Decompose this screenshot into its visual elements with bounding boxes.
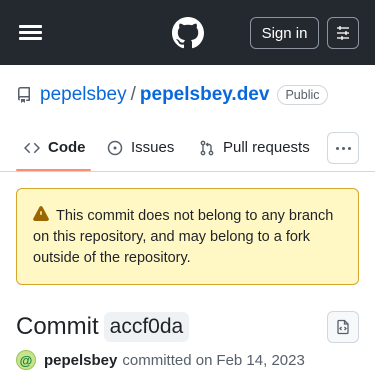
- commit-author-line: @ pepelsbey committed on Feb 14, 2023: [16, 348, 305, 372]
- repo-icon: [17, 87, 30, 103]
- selected-tab-indicator: [16, 169, 91, 171]
- kebab-dot: [335, 146, 339, 150]
- file-code-icon: [337, 319, 349, 335]
- more-tabs-button[interactable]: [327, 132, 359, 164]
- repo-title: pepelsbey / pepelsbey.dev Public: [16, 82, 328, 108]
- code-icon: [24, 142, 40, 153]
- repo-name-link[interactable]: pepelsbey.dev: [140, 84, 270, 106]
- tab-issues[interactable]: Issues: [107, 124, 174, 171]
- alert-icon: [33, 206, 49, 221]
- github-logo-icon[interactable]: [172, 17, 204, 49]
- issue-icon: [107, 140, 123, 155]
- path-separator: /: [130, 84, 136, 105]
- tab-pull-requests-label: Pull requests: [223, 139, 310, 156]
- commit-title: Commit: [16, 312, 99, 340]
- browse-files-button[interactable]: [327, 311, 359, 343]
- author-link[interactable]: pepelsbey: [44, 352, 117, 369]
- site-header: Sign in: [0, 0, 375, 65]
- repo-nav-tabs: Code Issues Pull requests: [0, 124, 375, 172]
- visibility-badge: Public: [277, 85, 328, 105]
- sliders-icon: [337, 26, 349, 40]
- tab-pull-requests[interactable]: Pull requests: [199, 124, 310, 171]
- repo-owner-link[interactable]: pepelsbey: [40, 84, 127, 106]
- commit-sha: accf0da: [103, 311, 190, 342]
- commit-action-text: committed on: [122, 351, 213, 369]
- kebab-dot: [347, 146, 351, 150]
- settings-button[interactable]: [327, 17, 359, 49]
- sign-in-button[interactable]: Sign in: [250, 17, 319, 49]
- hamburger-menu-icon[interactable]: [19, 22, 43, 42]
- tab-code[interactable]: Code: [24, 124, 86, 171]
- tab-code-label: Code: [48, 139, 86, 156]
- tab-issues-label: Issues: [131, 139, 175, 156]
- warning-message: This commit does not belong to any branc…: [33, 208, 334, 266]
- warning-flash: This commit does not belong to any branc…: [16, 188, 359, 285]
- avatar[interactable]: @: [16, 350, 36, 370]
- commit-heading: Commit accf0da: [16, 309, 190, 344]
- kebab-dot: [341, 146, 345, 150]
- commit-date: Feb 14, 2023: [216, 351, 305, 369]
- pull-request-icon: [200, 140, 214, 155]
